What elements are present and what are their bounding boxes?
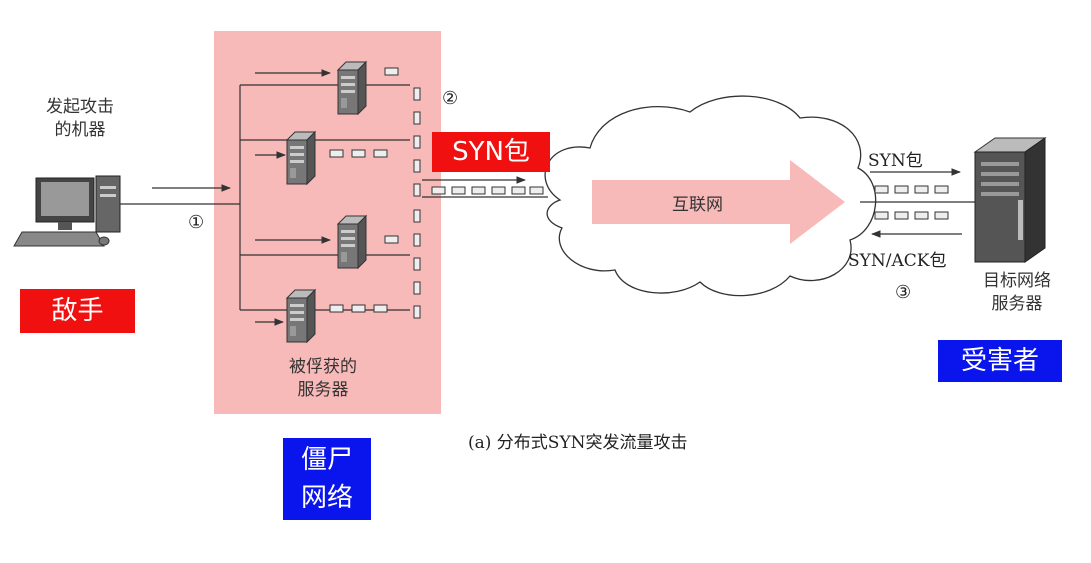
attacker-label: 发起攻击 的机器 bbox=[30, 96, 130, 142]
zombie-server-icon bbox=[337, 61, 367, 115]
synack-flow-label: SYN/ACK包 bbox=[848, 251, 947, 271]
botnet-label-line1: 被俘获的 bbox=[289, 357, 357, 377]
zombie-server-icon bbox=[286, 289, 316, 343]
zombie-server-icon bbox=[286, 131, 316, 185]
packet-column bbox=[413, 87, 421, 319]
adversary-tag: 敌手 bbox=[20, 289, 135, 333]
attacker-computer-icon bbox=[13, 175, 121, 247]
internet-label: 互联网 bbox=[672, 195, 723, 215]
syn-packet-tag: SYN包 bbox=[432, 132, 550, 172]
attacker-label-line2: 的机器 bbox=[54, 120, 106, 140]
botnet-tag-line1: 僵尸 bbox=[300, 445, 353, 475]
botnet-label: 被俘获的 服务器 bbox=[268, 356, 378, 402]
marker-2: ② bbox=[442, 88, 459, 109]
target-label-line2: 服务器 bbox=[991, 294, 1043, 314]
target-server-icon bbox=[973, 137, 1047, 263]
diagram-canvas bbox=[13, 61, 1047, 343]
zombie-server-icon bbox=[337, 215, 367, 269]
marker-1: ① bbox=[188, 212, 205, 233]
attacker-label-line1: 发起攻击 bbox=[46, 97, 114, 117]
target-label-line1: 目标网络 bbox=[983, 271, 1051, 291]
botnet-label-line2: 服务器 bbox=[297, 380, 349, 400]
figure-caption: (a) 分布式SYN突发流量攻击 bbox=[468, 433, 688, 453]
target-label: 目标网络 服务器 bbox=[972, 270, 1062, 316]
victim-tag: 受害者 bbox=[938, 340, 1062, 382]
botnet-tag-line2: 网络 bbox=[300, 483, 353, 513]
marker-3: ③ bbox=[895, 282, 912, 303]
botnet-tag: 僵尸 网络 bbox=[283, 438, 371, 520]
syn-flow-label: SYN包 bbox=[868, 151, 923, 171]
